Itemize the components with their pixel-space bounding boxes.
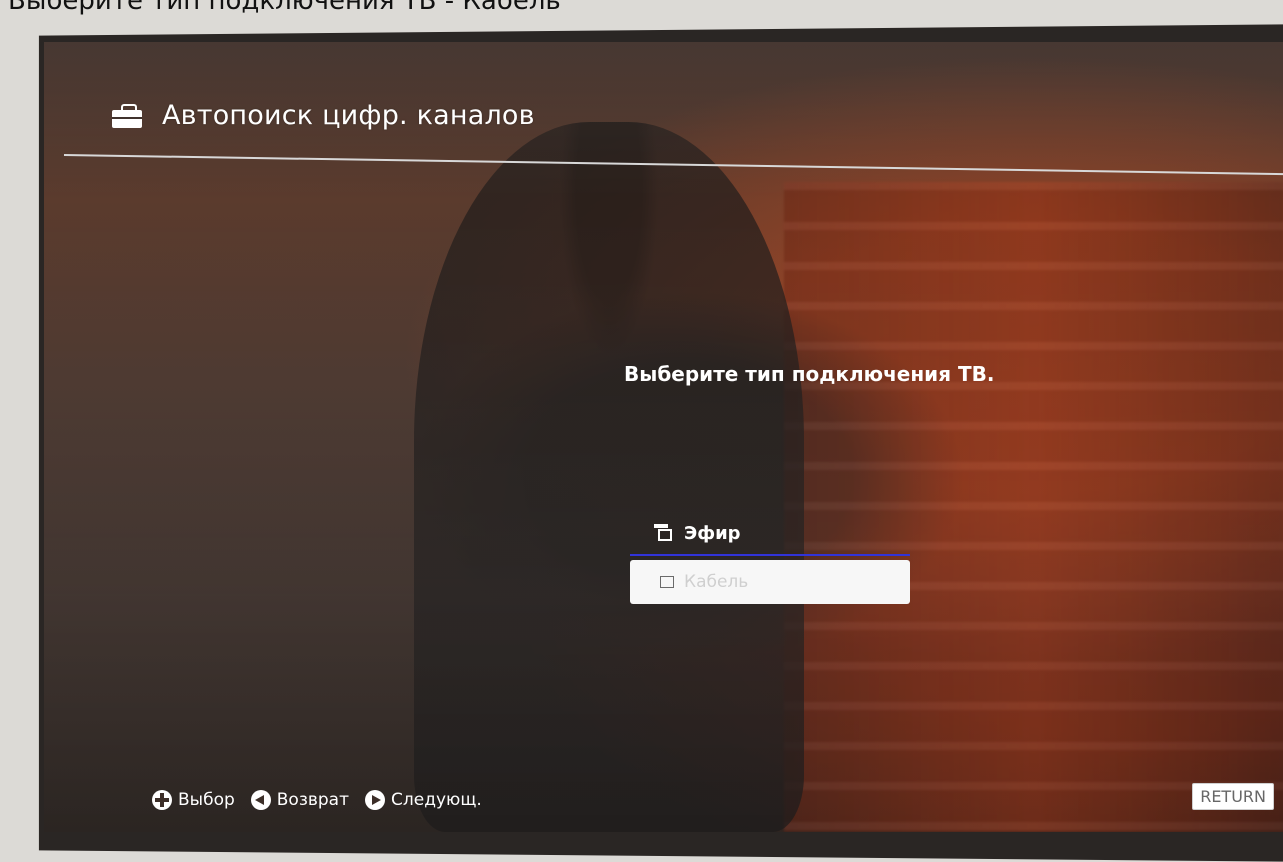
option-air-label: Эфир [684,522,741,544]
hint-select-label: Выбор [178,790,235,810]
briefcase-icon [112,103,142,128]
option-air[interactable]: Эфир [630,512,910,556]
photo-caption: Выберите тип подключения ТВ - Кабель [8,0,561,16]
footer-hints: Выбор Возврат Следующ. [152,790,482,810]
hint-next-label: Следующ. [391,790,482,810]
hint-back-label: Возврат [276,790,349,810]
reflection-person [414,122,804,832]
selection-indicator [630,554,910,556]
connection-prompt: Выберите тип подключения ТВ. [624,362,995,386]
left-arrow-icon [250,790,271,810]
tv-screen: Автопоиск цифр. каналов Выберите тип под… [44,42,1283,832]
cable-icon [660,576,674,588]
right-arrow-icon [365,790,385,810]
page-title: Автопоиск цифр. каналов [162,100,535,131]
screen-header: Автопоиск цифр. каналов [112,100,535,131]
option-cable[interactable]: Кабель [630,560,910,604]
air-icon [654,524,674,542]
return-button[interactable]: RETURN [1192,783,1274,810]
hint-next: Следующ. [365,790,482,810]
connection-options: Эфир Кабель [630,512,910,604]
option-cable-label: Кабель [684,572,749,592]
hint-back: Возврат [250,790,349,810]
dpad-icon [152,790,172,810]
background-reflection [784,182,1283,832]
hint-select: Выбор [152,790,235,810]
